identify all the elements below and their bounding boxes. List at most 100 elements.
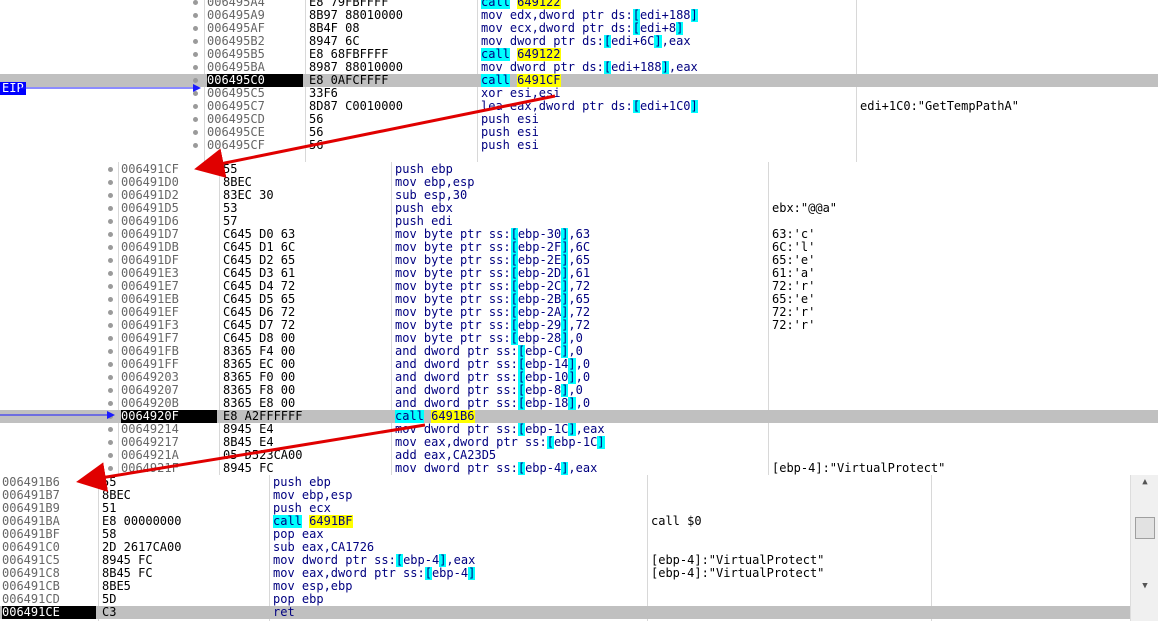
table-row[interactable]: 006491D0 8BEC mov ebp,esp <box>0 176 1158 189</box>
bytes-cell: C645 D6 72 <box>223 306 296 319</box>
instruction-cell: mov dword ptr ds:[edi+188],eax <box>481 61 698 74</box>
table-row[interactable]: 006491BA E8 00000000 call 6491BF call $0 <box>0 515 1158 528</box>
bytes-cell: C645 D7 72 <box>223 319 296 332</box>
instruction-cell: call 649122 <box>481 48 561 61</box>
breakpoint-dot-icon[interactable] <box>108 232 113 237</box>
breakpoint-dot-icon[interactable] <box>193 13 198 18</box>
breakpoint-dot-icon[interactable] <box>193 0 198 5</box>
breakpoint-dot-icon[interactable] <box>108 180 113 185</box>
breakpoint-dot-icon[interactable] <box>193 26 198 31</box>
table-row[interactable]: 006491C8 8B45 FC mov eax,dword ptr ss:[ebp… <box>0 567 1158 580</box>
table-row[interactable]: 006495CD 56 push esi <box>0 113 1158 126</box>
breakpoint-dot-icon[interactable] <box>193 130 198 135</box>
table-row[interactable]: 006495C7 8D87 C0010000 lea eax,dword ptr d… <box>0 100 1158 113</box>
breakpoint-dot-icon[interactable] <box>108 336 113 341</box>
breakpoint-dot-icon[interactable] <box>193 78 198 83</box>
breakpoint-dot-icon[interactable] <box>108 453 113 458</box>
breakpoint-dot-icon[interactable] <box>108 466 113 471</box>
address-cell: 006491CF <box>121 163 179 176</box>
table-row[interactable]: 006491D5 53 push ebx ebx:"@@a" <box>0 202 1158 215</box>
breakpoint-dot-icon[interactable] <box>108 414 113 419</box>
comment-cell: 72:'r' <box>772 306 816 319</box>
table-row[interactable]: 006491CB 8BE5 mov esp,ebp <box>0 580 1158 593</box>
table-row[interactable]: 00649214 8945 E4 mov dword ptr ss:[ebp-1C]… <box>0 423 1158 436</box>
scrollbar-thumb[interactable] <box>1135 517 1155 539</box>
table-row[interactable]: 006491D6 57 push edi <box>0 215 1158 228</box>
breakpoint-dot-icon[interactable] <box>108 310 113 315</box>
table-row[interactable]: 006495BA 8987 88010000 mov dword ptr ds:[e… <box>0 61 1158 74</box>
table-row[interactable]: 006491FB 8365 F4 00 and dword ptr ss:[ebp-… <box>0 345 1158 358</box>
breakpoint-dot-icon[interactable] <box>193 104 198 109</box>
breakpoint-dot-icon[interactable] <box>108 362 113 367</box>
breakpoint-dot-icon[interactable] <box>108 271 113 276</box>
breakpoint-dot-icon[interactable] <box>108 349 113 354</box>
breakpoint-dot-icon[interactable] <box>108 323 113 328</box>
breakpoint-dot-icon[interactable] <box>193 117 198 122</box>
table-row[interactable]: 006491EB C645 D5 65 mov byte ptr ss:[ebp-2… <box>0 293 1158 306</box>
breakpoint-dot-icon[interactable] <box>108 167 113 172</box>
table-row[interactable]: 006491CE C3 ret <box>0 606 1158 619</box>
table-row[interactable]: 006495B2 8947 6C mov dword ptr ds:[edi+6C]… <box>0 35 1158 48</box>
table-row[interactable]: 0064920B 8365 E8 00 and dword ptr ss:[ebp-… <box>0 397 1158 410</box>
table-row[interactable]: 006495B5 E8 68FBFFFF call 649122 <box>0 48 1158 61</box>
table-row[interactable]: 00649207 8365 F8 00 and dword ptr ss:[ebp-… <box>0 384 1158 397</box>
table-row[interactable]: 006495CE 56 push esi <box>0 126 1158 139</box>
table-row[interactable]: 006491F3 C645 D7 72 mov byte ptr ss:[ebp-2… <box>0 319 1158 332</box>
table-row[interactable]: 006495A4 E8 79FBFFFF call 649122 <box>0 0 1158 9</box>
breakpoint-dot-icon[interactable] <box>108 284 113 289</box>
breakpoint-dot-icon[interactable] <box>108 375 113 380</box>
table-row[interactable]: 006495A9 8B97 88010000 mov edx,dword ptr d… <box>0 9 1158 22</box>
table-row[interactable]: 006491D2 83EC 30 sub esp,30 <box>0 189 1158 202</box>
table-row[interactable]: 006495CF 56 push esi <box>0 139 1158 152</box>
breakpoint-dot-icon[interactable] <box>108 401 113 406</box>
address-cell: 006495C0 <box>207 74 303 87</box>
breakpoint-dot-icon[interactable] <box>108 206 113 211</box>
table-row[interactable]: 006491B9 51 push ecx <box>0 502 1158 515</box>
table-row[interactable]: 006495C0 E8 0AFCFFFF call 6491CF <box>0 74 1158 87</box>
breakpoint-dot-icon[interactable] <box>193 143 198 148</box>
address-cell: 006491EB <box>121 293 179 306</box>
bytes-cell: E8 79FBFFFF <box>309 0 389 9</box>
table-row[interactable]: 0064920F E8 A2FFFFFF call 6491B6 <box>0 410 1158 423</box>
instruction-cell: ret <box>273 606 295 619</box>
table-row[interactable]: 006491DB C645 D1 6C mov byte ptr ss:[ebp-2… <box>0 241 1158 254</box>
table-row[interactable]: 006491BF 58 pop eax <box>0 528 1158 541</box>
table-row[interactable]: 006491CF 55 push ebp <box>0 163 1158 176</box>
breakpoint-dot-icon[interactable] <box>108 440 113 445</box>
scroll-down-icon[interactable]: ▼ <box>1136 581 1154 593</box>
table-row[interactable]: 006491C5 8945 FC mov dword ptr ss:[ebp-4],… <box>0 554 1158 567</box>
breakpoint-dot-icon[interactable] <box>108 245 113 250</box>
scroll-up-icon[interactable]: ▲ <box>1136 477 1154 489</box>
table-row[interactable]: 006491D7 C645 D0 63 mov byte ptr ss:[ebp-3… <box>0 228 1158 241</box>
table-row[interactable]: 006495AF 8B4F 08 mov ecx,dword ptr ds:[edi… <box>0 22 1158 35</box>
bytes-cell: 51 <box>102 502 117 515</box>
table-row[interactable]: 006491EF C645 D6 72 mov byte ptr ss:[ebp-2… <box>0 306 1158 319</box>
table-row[interactable]: 006491C0 2D 2617CA00 sub eax,CA1726 <box>0 541 1158 554</box>
breakpoint-dot-icon[interactable] <box>193 91 198 96</box>
table-row[interactable]: 006491DF C645 D2 65 mov byte ptr ss:[ebp-2… <box>0 254 1158 267</box>
breakpoint-dot-icon[interactable] <box>108 258 113 263</box>
breakpoint-dot-icon[interactable] <box>193 39 198 44</box>
table-row[interactable]: 006491E3 C645 D3 61 mov byte ptr ss:[ebp-2… <box>0 267 1158 280</box>
table-row[interactable]: 006491B6 55 push ebp <box>0 476 1158 489</box>
breakpoint-dot-icon[interactable] <box>108 297 113 302</box>
breakpoint-dot-icon[interactable] <box>108 388 113 393</box>
table-row[interactable]: 006491FF 8365 EC 00 and dword ptr ss:[ebp-… <box>0 358 1158 371</box>
table-row[interactable]: 00649217 8B45 E4 mov eax,dword ptr ss:[ebp… <box>0 436 1158 449</box>
breakpoint-dot-icon[interactable] <box>108 219 113 224</box>
table-row[interactable]: 006495C5 33F6 xor esi,esi <box>0 87 1158 100</box>
table-row[interactable]: 006491CD 5D pop ebp <box>0 593 1158 606</box>
breakpoint-dot-icon[interactable] <box>193 65 198 70</box>
instruction-cell: mov dword ptr ss:[ebp-4],eax <box>273 554 476 567</box>
table-row[interactable]: 006491F7 C645 D8 00 mov byte ptr ss:[ebp-2… <box>0 332 1158 345</box>
address-cell: 006495A9 <box>207 9 265 22</box>
table-row[interactable]: 006491E7 C645 D4 72 mov byte ptr ss:[ebp-2… <box>0 280 1158 293</box>
table-row[interactable]: 00649203 8365 F0 00 and dword ptr ss:[ebp-… <box>0 371 1158 384</box>
table-row[interactable]: 0064921F 8945 FC mov dword ptr ss:[ebp-4],… <box>0 462 1158 475</box>
breakpoint-dot-icon[interactable] <box>108 193 113 198</box>
breakpoint-dot-icon[interactable] <box>193 52 198 57</box>
table-row[interactable]: 006491B7 8BEC mov ebp,esp <box>0 489 1158 502</box>
breakpoint-dot-icon[interactable] <box>108 427 113 432</box>
table-row[interactable]: 0064921A 05 D523CA00 add eax,CA23D5 <box>0 449 1158 462</box>
vertical-scrollbar[interactable]: ▲ ▼ <box>1130 475 1158 621</box>
